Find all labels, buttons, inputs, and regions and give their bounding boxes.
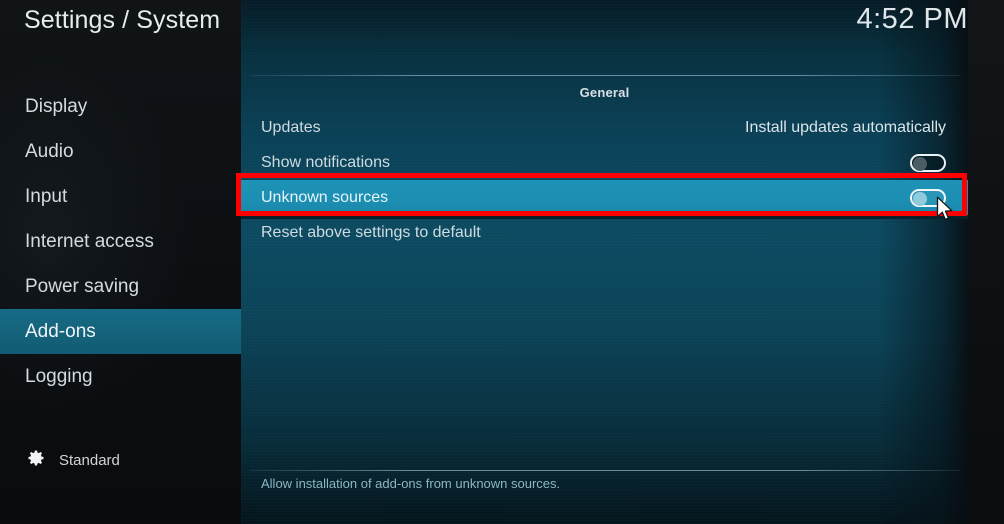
toggle-knob xyxy=(913,157,927,171)
sidebar-item-label: Logging xyxy=(25,366,93,387)
setting-label-unknown-sources: Unknown sources xyxy=(261,189,389,206)
settings-rows: Updates Install updates automatically Sh… xyxy=(241,110,968,250)
sidebar-item-label: Add-ons xyxy=(25,321,96,342)
setting-row-updates[interactable]: Updates Install updates automatically xyxy=(241,110,968,145)
sidebar-nav: Display Audio Input Internet access Powe… xyxy=(0,84,241,399)
setting-row-show-notifications[interactable]: Show notifications xyxy=(241,145,968,180)
profile-level-button[interactable]: Standard xyxy=(26,448,120,473)
help-separator-line xyxy=(250,470,960,471)
group-separator-line xyxy=(250,75,960,76)
sidebar-item-add-ons[interactable]: Add-ons xyxy=(0,309,241,354)
toggle-unknown-sources[interactable] xyxy=(910,189,946,207)
sidebar-item-audio[interactable]: Audio xyxy=(0,129,241,174)
settings-content-panel xyxy=(241,0,968,524)
sidebar-item-label: Audio xyxy=(25,141,74,162)
setting-row-unknown-sources[interactable]: Unknown sources xyxy=(241,180,968,219)
sidebar-item-label: Input xyxy=(25,186,68,207)
sidebar-item-display[interactable]: Display xyxy=(0,84,241,129)
setting-label-reset-defaults: Reset above settings to default xyxy=(261,224,481,241)
group-title: General xyxy=(579,85,630,100)
sidebar-item-label: Display xyxy=(25,96,88,117)
help-description-text: Allow installation of add-ons from unkno… xyxy=(261,476,561,491)
setting-label-updates: Updates xyxy=(261,119,321,136)
page-title: Settings / System xyxy=(24,6,221,34)
sidebar-item-label: Internet access xyxy=(25,231,154,252)
panel-right-fade xyxy=(878,0,968,524)
toggle-show-notifications[interactable] xyxy=(910,154,946,172)
kodi-settings-screen: General Updates Install updates automati… xyxy=(0,0,1004,524)
panel-right-dark-edge xyxy=(968,0,1004,524)
clock: 4:52 PM xyxy=(856,3,968,35)
profile-level-label: Standard xyxy=(59,452,120,469)
panel-texture xyxy=(241,0,968,524)
sidebar-item-input[interactable]: Input xyxy=(0,174,241,219)
sidebar-item-logging[interactable]: Logging xyxy=(0,354,241,399)
gear-icon xyxy=(26,448,46,473)
setting-label-show-notifications: Show notifications xyxy=(261,154,390,171)
toggle-knob xyxy=(913,192,927,206)
sidebar-item-label: Power saving xyxy=(25,276,140,297)
setting-value-updates[interactable]: Install updates automatically xyxy=(745,110,946,145)
sidebar-item-internet-access[interactable]: Internet access xyxy=(0,219,241,264)
sidebar-item-power-saving[interactable]: Power saving xyxy=(0,264,241,309)
setting-row-reset-defaults[interactable]: Reset above settings to default xyxy=(241,215,968,250)
